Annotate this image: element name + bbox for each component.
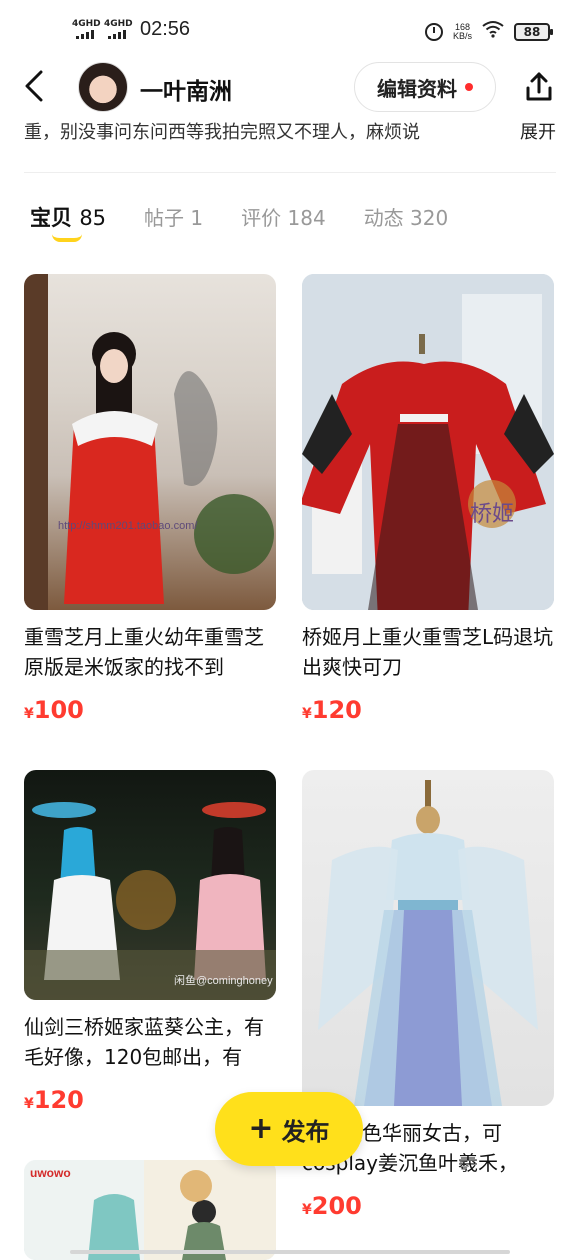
share-icon[interactable] <box>522 70 556 104</box>
price-value: 120 <box>311 696 362 724</box>
tab-items-label: 宝贝 <box>30 206 72 230</box>
product-price: ¥120 <box>302 696 560 724</box>
product-image[interactable]: 桥姬 <box>302 274 554 610</box>
tab-items[interactable]: 宝贝 85 <box>30 202 107 242</box>
edit-profile-button[interactable]: 编辑资料 <box>354 62 496 112</box>
image-watermark: 闲鱼@cominghoney <box>174 975 273 987</box>
price-value: 120 <box>33 1086 84 1114</box>
active-tab-indicator <box>52 234 82 242</box>
tab-reviews-label: 评价 <box>241 206 282 230</box>
product-image[interactable]: 闲鱼@cominghoney <box>24 770 276 1000</box>
tab-activity[interactable]: 动态 320 <box>364 202 449 231</box>
price-currency: ¥ <box>24 1096 34 1112</box>
product-title: 重雪芝月上重火幼年重雪芝原版是米饭家的找不到 <box>24 625 264 679</box>
bio: 重，别没事问东问西等我拍完照又不理人，麻烦说 展开 <box>24 118 556 148</box>
status-bar: 4GHD 4GHD 02:56 168 KB/s 88 <box>0 0 580 62</box>
publish-label: 发布 <box>281 1117 330 1146</box>
price-value: 100 <box>33 696 84 724</box>
net-speed-unit: KB/s <box>452 30 472 41</box>
price-currency: ¥ <box>302 706 312 722</box>
notification-dot-icon <box>465 83 473 91</box>
tab-posts-count: 1 <box>190 206 204 230</box>
profile-tabs: 宝贝 85 帖子 1 评价 184 动态 320 <box>30 202 449 242</box>
tab-reviews[interactable]: 评价 184 <box>241 202 326 231</box>
price-value: 200 <box>311 1192 362 1220</box>
product-price: ¥100 <box>24 696 282 724</box>
alarm-icon <box>424 22 443 41</box>
tab-items-count: 85 <box>79 206 107 230</box>
tab-activity-count: 320 <box>410 206 449 230</box>
product-card[interactable]: http://shmm201.taobao.com/ 重雪芝月上重火幼年重雪芝原… <box>24 274 282 724</box>
net-speed: 168 KB/s <box>452 22 472 41</box>
image-watermark: 桥姬 <box>470 501 515 526</box>
wifi-icon <box>482 20 504 43</box>
signal-label-1: 4GHD <box>72 18 101 29</box>
product-image[interactable]: http://shmm201.taobao.com/ <box>24 274 276 610</box>
back-icon[interactable] <box>24 70 44 108</box>
bio-text: 重，别没事问东问西等我拍完照又不理人，麻烦说 <box>24 122 420 143</box>
tab-activity-label: 动态 <box>363 206 404 230</box>
tab-reviews-count: 184 <box>287 206 326 230</box>
signal-icon-2: 4GHD <box>104 18 133 41</box>
bio-expand-link[interactable]: 展开 <box>520 118 556 144</box>
battery-icon: 88 <box>514 22 553 41</box>
image-watermark: http://shmm201.taobao.com/ <box>58 520 198 532</box>
product-price: ¥200 <box>302 1192 560 1220</box>
product-card[interactable]: uwowo <box>24 1160 276 1260</box>
product-image[interactable]: uwowo <box>24 1160 276 1260</box>
price-currency: ¥ <box>24 706 34 722</box>
signal-label-2: 4GHD <box>104 18 133 29</box>
tab-posts-label: 帖子 <box>144 206 185 230</box>
profile-header: 一叶南洲 编辑资料 <box>0 62 580 118</box>
username[interactable]: 一叶南洲 <box>140 72 232 106</box>
product-card[interactable]: 闲鱼@cominghoney 仙剑三桥姬家蓝葵公主，有毛好像，120包邮出，有 … <box>24 770 282 1114</box>
signal-icon-1: 4GHD <box>72 18 101 41</box>
status-left: 4GHD 4GHD 02:56 <box>72 18 190 41</box>
avatar[interactable] <box>78 62 128 112</box>
clock: 02:56 <box>140 18 191 40</box>
plus-icon: + <box>248 1111 274 1146</box>
home-indicator[interactable] <box>70 1250 510 1254</box>
image-watermark: uwowo <box>30 1166 71 1180</box>
divider <box>24 172 556 173</box>
edit-profile-label: 编辑资料 <box>377 76 457 101</box>
tab-posts[interactable]: 帖子 1 <box>144 202 203 231</box>
publish-button[interactable]: + 发布 <box>215 1092 363 1166</box>
status-right: 168 KB/s 88 <box>424 20 553 43</box>
price-currency: ¥ <box>302 1202 312 1218</box>
product-image[interactable] <box>302 770 554 1106</box>
product-title: 仙剑三桥姬家蓝葵公主，有毛好像，120包邮出，有 <box>24 1015 264 1069</box>
product-card[interactable]: 桥姬 桥姬月上重火重雪芝L码退坑出爽快可刀 ¥120 <box>302 274 560 724</box>
product-title: 桥姬月上重火重雪芝L码退坑出爽快可刀 <box>302 625 554 679</box>
